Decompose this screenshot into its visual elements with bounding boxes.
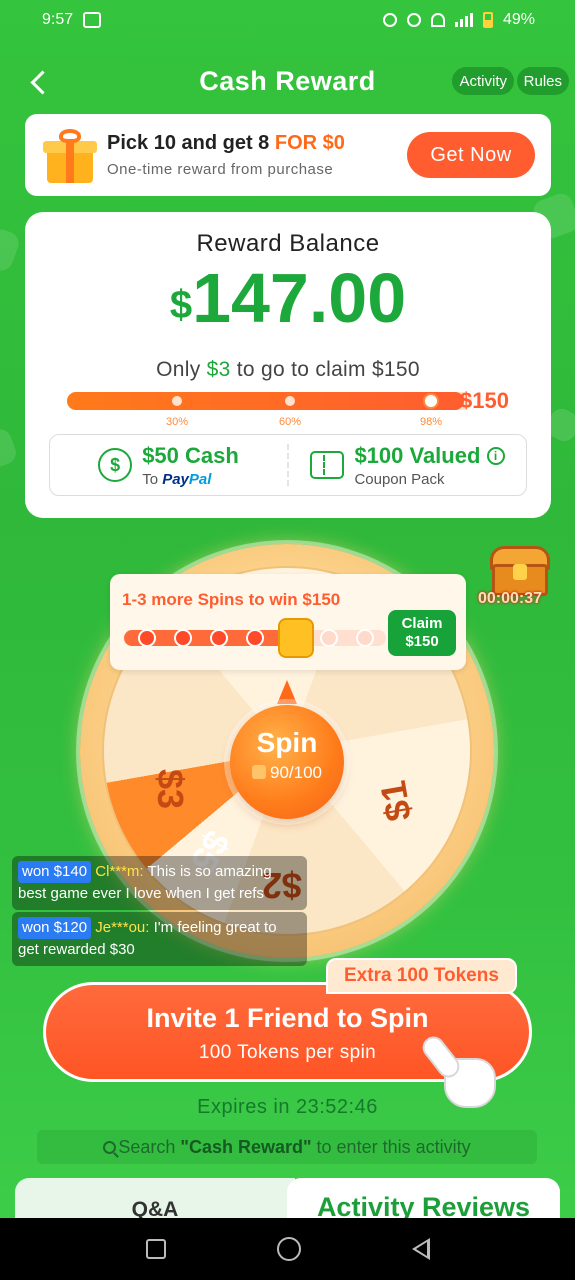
ticker-username: Cl***m:: [95, 863, 144, 880]
info-icon[interactable]: i: [486, 446, 505, 465]
system-nav-bar: [0, 1218, 575, 1280]
mute-icon: [382, 13, 397, 27]
ticker-username: Je***ou:: [95, 919, 150, 936]
expiry-countdown: Expires in 23:52:46: [197, 1096, 378, 1118]
signal-icon: [454, 13, 473, 27]
wifi-icon: [430, 13, 445, 27]
status-bar: 9:57 49%: [0, 0, 575, 40]
back-arrow-icon[interactable]: [26, 66, 52, 96]
win-ticker-item: won $120 Je***ou: I'm feeling great to g…: [12, 912, 307, 966]
win-ticker-item: won $140 Cl***m: This is so amazing best…: [12, 856, 307, 910]
spin-step-done: [174, 629, 192, 647]
tab-activity-reviews[interactable]: Activity Reviews: [287, 1178, 560, 1220]
spin-token-count: 90/100: [230, 763, 344, 783]
extra-tokens-badge: Extra 100 Tokens: [326, 958, 517, 994]
page-title: Cash Reward: [199, 65, 376, 96]
goal-amount: $150: [460, 388, 509, 413]
claim-button[interactable]: Claim $150: [388, 610, 456, 656]
search-icon: [103, 1141, 117, 1154]
promo-banner: Pick 10 and get 8 FOR $0 One-time reward…: [25, 114, 551, 196]
balance-progress-bar: 30% 60% 98%: [67, 392, 472, 428]
cash-reward-option[interactable]: $ $50 Cash To PayPal: [50, 443, 287, 488]
chest-timer: 00:00:37: [478, 590, 543, 607]
spin-label: Spin: [256, 727, 318, 758]
spin-button[interactable]: Spin 90/100: [230, 705, 344, 819]
paypal-logo: PayPal: [162, 470, 212, 488]
recent-apps-icon[interactable]: [145, 1239, 166, 1259]
do-not-disturb-icon: [406, 13, 421, 27]
coupon-reward-title: $100 Valued i: [354, 443, 505, 469]
app-header: Cash Reward Activity Rules: [0, 56, 575, 106]
home-icon[interactable]: [276, 1237, 301, 1261]
battery-percent: 49%: [502, 11, 535, 28]
balance-to-go-text: Only $3 to go to claim $150: [156, 358, 420, 381]
spin-step-done: [138, 629, 156, 647]
gallery-notification-icon: [83, 12, 102, 28]
wheel-segment-label: $1: [371, 777, 420, 825]
spin-step-done: [246, 629, 264, 647]
search-hint: Search "Cash Reward" to enter this activ…: [37, 1130, 537, 1164]
promo-title-highlight: FOR $0: [274, 132, 345, 154]
milestone-label: 98%: [419, 416, 443, 428]
wheel-pointer-icon: [277, 680, 297, 704]
cash-reward-title: $50 Cash: [142, 442, 239, 468]
bottom-tabs: Q&A Activity Reviews: [15, 1178, 560, 1221]
battery-icon: [482, 12, 493, 28]
promo-subtitle: One-time reward from purchase: [107, 161, 334, 178]
won-badge: won $120: [18, 917, 92, 939]
spin-progress-title: 1-3 more Spins to win $150: [122, 590, 341, 609]
won-badge: won $140: [18, 861, 92, 883]
spin-progress-panel: 1-3 more Spins to win $150 Claim $150: [110, 574, 466, 670]
spin-step-pending: [356, 629, 374, 647]
coupon-reward-sub: Coupon Pack: [354, 470, 445, 488]
promo-title: Pick 10 and get 8 FOR $0: [107, 132, 345, 154]
spin-step-pending: [320, 629, 338, 647]
coupon-icon: [310, 451, 345, 479]
back-triangle-icon[interactable]: [411, 1238, 430, 1260]
milestone-label: 30%: [165, 416, 189, 428]
dollar-circle-icon: $: [98, 448, 133, 482]
wheel-segment-label: $3: [150, 768, 192, 810]
token-icon: [252, 765, 266, 779]
balance-amount: $147.00: [169, 259, 407, 337]
get-now-button[interactable]: Get Now: [407, 132, 535, 178]
gift-box-icon: [39, 125, 99, 185]
current-step-badge-icon: [278, 618, 314, 658]
cash-reward-sub: To PayPal: [142, 470, 212, 488]
coupon-reward-option[interactable]: $100 Valued i Coupon Pack: [289, 443, 526, 488]
reward-balance-card: Reward Balance $147.00 Only $3 to go to …: [25, 212, 551, 518]
tab-qa[interactable]: Q&A: [15, 1178, 295, 1221]
rewards-row: $ $50 Cash To PayPal $100 Valued i Coupo…: [49, 434, 527, 496]
activity-button[interactable]: Activity: [452, 67, 514, 95]
status-time: 9:57: [42, 11, 74, 28]
rules-button[interactable]: Rules: [516, 67, 569, 95]
spin-step-done: [210, 629, 228, 647]
balance-label: Reward Balance: [196, 230, 380, 257]
milestone-label: 60%: [278, 416, 302, 428]
